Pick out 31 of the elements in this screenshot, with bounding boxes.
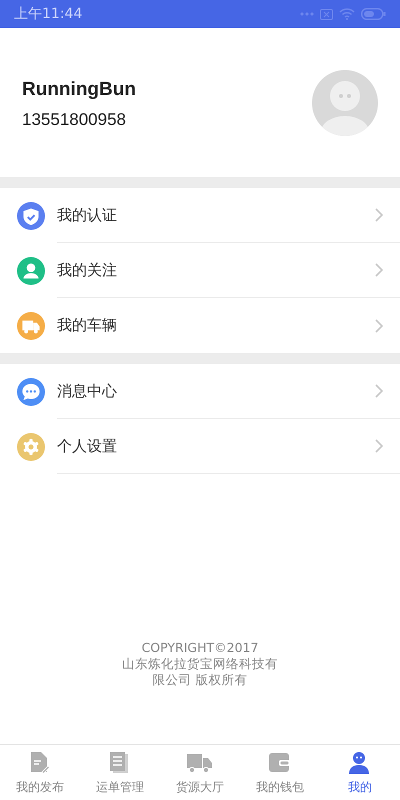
menu-label: 个人设置 <box>57 436 117 456</box>
menu-label: 我的车辆 <box>57 316 117 335</box>
user-name: RunningBun <box>22 79 136 101</box>
battery-icon <box>361 8 386 20</box>
menu-item[interactable]: 我的车辆 <box>0 298 400 353</box>
menu-label: 我的关注 <box>57 260 117 280</box>
menu-item[interactable]: 消息中心 <box>0 364 400 419</box>
menu-item[interactable]: 我的认证 <box>0 188 400 243</box>
menu-label: 我的认证 <box>57 206 117 224</box>
chevron-right-icon <box>375 384 383 398</box>
menu-item[interactable]: 我的关注 <box>0 243 400 298</box>
menu-label: 消息中心 <box>57 382 117 400</box>
tab[interactable]: 我的钱包 <box>240 745 320 800</box>
tab[interactable]: 我的发布 <box>0 745 80 800</box>
tab[interactable]: 我的 <box>320 745 400 800</box>
phone-number: 13551800958 <box>22 110 128 130</box>
sim-icon <box>320 8 333 20</box>
tab[interactable]: 运单管理 <box>80 745 160 800</box>
wifi-icon <box>339 8 355 20</box>
chevron-right-icon <box>375 208 383 222</box>
chevron-right-icon <box>375 263 383 277</box>
signal-dots-icon <box>300 12 314 16</box>
tab[interactable]: 货源大厅 <box>160 745 240 800</box>
chevron-right-icon <box>375 318 383 332</box>
status-time: 上午11:44 <box>14 5 82 23</box>
chevron-right-icon <box>375 439 383 453</box>
menu-item[interactable]: 个人设置 <box>0 419 400 474</box>
company-text: 山东炼化拉货宝网络科技有 <box>122 656 278 672</box>
avatar-icon[interactable] <box>312 70 378 136</box>
rights-text: 限公司 版权所有 <box>152 672 248 688</box>
copyright-text: COPYRIGHT©2017 <box>142 640 258 656</box>
